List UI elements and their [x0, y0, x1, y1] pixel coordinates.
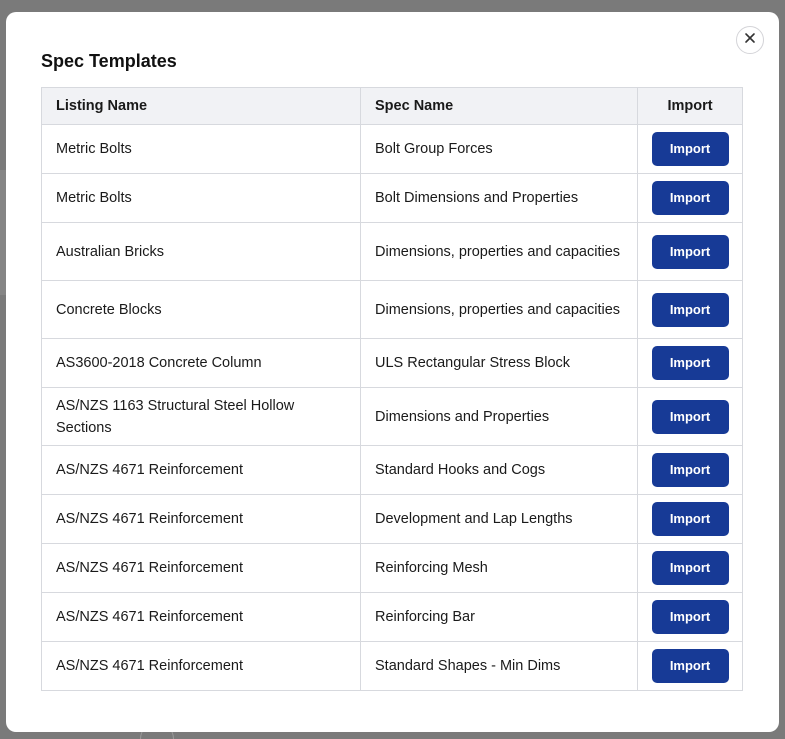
import-button[interactable]: Import — [651, 346, 729, 380]
spec-name-cell: Dimensions and Properties — [360, 387, 639, 446]
import-cell: Import — [637, 222, 743, 281]
column-header-import: Import — [637, 87, 743, 125]
import-cell: Import — [637, 280, 743, 339]
import-button[interactable]: Import — [651, 132, 729, 166]
spec-name-cell: Dimensions, properties and capacities — [360, 222, 639, 281]
spec-templates-table: Listing Name Spec Name Import Metric Bol… — [40, 87, 743, 691]
spec-name-cell: Bolt Group Forces — [360, 124, 639, 174]
import-button[interactable]: Import — [651, 453, 729, 487]
table-row: Metric Bolts Bolt Group Forces Import — [40, 124, 743, 174]
table-row: Concrete Blocks Dimensions, properties a… — [40, 280, 743, 339]
import-cell: Import — [637, 173, 743, 223]
column-header-spec-name: Spec Name — [360, 87, 639, 125]
listing-name-cell: Australian Bricks — [40, 222, 362, 281]
import-button[interactable]: Import — [651, 292, 729, 327]
import-button[interactable]: Import — [651, 399, 729, 434]
spec-templates-modal: Spec Templates Listing Name Spec Name Im… — [6, 12, 779, 732]
table-row: AS3600-2018 Concrete Column ULS Rectangu… — [40, 338, 743, 388]
table-row: AS/NZS 1163 Structural Steel Hollow Sect… — [40, 387, 743, 446]
listing-name-cell: Metric Bolts — [40, 173, 362, 223]
spec-name-cell: Standard Shapes - Min Dims — [360, 641, 639, 691]
spec-name-cell: Reinforcing Bar — [360, 592, 639, 642]
column-header-listing-name: Listing Name — [40, 87, 362, 125]
import-cell: Import — [637, 592, 743, 642]
listing-name-cell: AS/NZS 1163 Structural Steel Hollow Sect… — [40, 387, 362, 446]
modal-title: Spec Templates — [41, 51, 177, 71]
import-button[interactable]: Import — [651, 551, 729, 585]
table-row: Australian Bricks Dimensions, properties… — [40, 222, 743, 281]
import-button[interactable]: Import — [651, 600, 729, 634]
spec-name-cell: Reinforcing Mesh — [360, 543, 639, 593]
listing-name-cell: AS/NZS 4671 Reinforcement — [40, 641, 362, 691]
import-cell: Import — [637, 445, 743, 495]
listing-name-cell: AS3600-2018 Concrete Column — [40, 338, 362, 388]
spec-name-cell: Development and Lap Lengths — [360, 494, 639, 544]
import-button[interactable]: Import — [651, 181, 729, 215]
table-row: AS/NZS 4671 Reinforcement Reinforcing Ba… — [40, 592, 743, 642]
listing-name-cell: AS/NZS 4671 Reinforcement — [40, 543, 362, 593]
table-row: AS/NZS 4671 Reinforcement Reinforcing Me… — [40, 543, 743, 593]
close-button[interactable] — [736, 26, 764, 54]
spec-name-cell: Dimensions, properties and capacities — [360, 280, 639, 339]
listing-name-cell: AS/NZS 4671 Reinforcement — [40, 592, 362, 642]
spec-name-cell: Bolt Dimensions and Properties — [360, 173, 639, 223]
listing-name-cell: AS/NZS 4671 Reinforcement — [40, 445, 362, 495]
import-cell: Import — [637, 641, 743, 691]
listing-name-cell: Concrete Blocks — [40, 280, 362, 339]
table-row: AS/NZS 4671 Reinforcement Standard Shape… — [40, 641, 743, 691]
import-button[interactable]: Import — [651, 649, 729, 683]
listing-name-cell: Metric Bolts — [40, 124, 362, 174]
import-cell: Import — [637, 543, 743, 593]
listing-name-cell: AS/NZS 4671 Reinforcement — [40, 494, 362, 544]
import-button[interactable]: Import — [651, 502, 729, 536]
spec-name-cell: Standard Hooks and Cogs — [360, 445, 639, 495]
table-row: AS/NZS 4671 Reinforcement Standard Hooks… — [40, 445, 743, 495]
import-cell: Import — [637, 494, 743, 544]
spec-name-cell: ULS Rectangular Stress Block — [360, 338, 639, 388]
import-button[interactable]: Import — [651, 234, 729, 269]
import-cell: Import — [637, 387, 743, 446]
table-row: AS/NZS 4671 Reinforcement Development an… — [40, 494, 743, 544]
table-header-row: Listing Name Spec Name Import — [40, 87, 743, 125]
table-row: Metric Bolts Bolt Dimensions and Propert… — [40, 173, 743, 223]
import-cell: Import — [637, 124, 743, 174]
close-icon — [744, 31, 756, 49]
import-cell: Import — [637, 338, 743, 388]
